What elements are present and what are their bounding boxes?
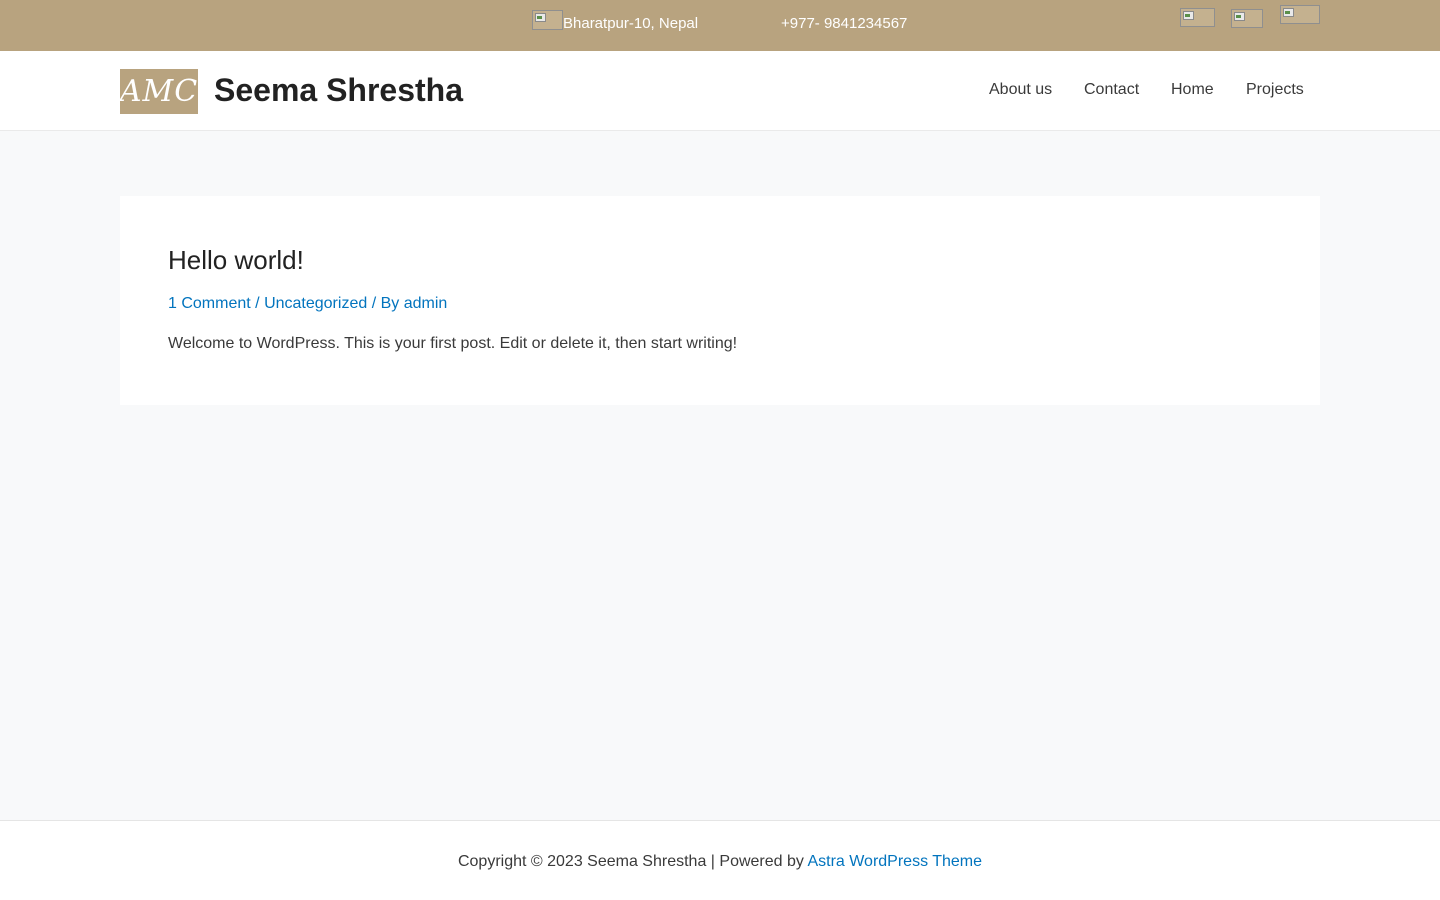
post-excerpt: Welcome to WordPress. This is your first… (168, 335, 738, 352)
footer-copyright: Copyright © 2023 Seema Shrestha | Powere… (0, 853, 1440, 871)
post-title[interactable]: Hello world! (168, 245, 304, 276)
post-card: Hello world! 1 Comment / Uncategorized /… (120, 196, 1320, 405)
author-link[interactable]: admin (404, 295, 448, 312)
theme-link[interactable]: Astra WordPress Theme (807, 853, 982, 870)
post-meta: 1 Comment / Uncategorized / By admin (168, 295, 447, 313)
logo-text: AMC (119, 74, 199, 109)
address-text: Bharatpur-10, Nepal (563, 15, 699, 32)
top-bar: Bharatpur-10, Nepal +977- 9841234567 (0, 0, 1440, 51)
meta-separator: / (371, 295, 377, 312)
comments-link[interactable]: 1 Comment (168, 295, 251, 312)
phone-text[interactable]: +977- 9841234567 (781, 15, 907, 32)
nav-item-home[interactable]: Home (1171, 81, 1214, 99)
site-footer: Copyright © 2023 Seema Shrestha | Powere… (0, 820, 1440, 900)
social-icon-3[interactable] (1280, 5, 1320, 24)
nav-item-about-us[interactable]: About us (989, 81, 1052, 99)
meta-separator: / (255, 295, 260, 312)
site-title[interactable]: Seema Shrestha (214, 72, 463, 109)
nav-item-contact[interactable]: Contact (1084, 81, 1139, 99)
category-link[interactable]: Uncategorized (264, 295, 367, 312)
site-header: AMC Seema Shrestha About us Contact Home… (0, 51, 1440, 131)
by-label: By (380, 295, 400, 312)
copyright-text: Copyright © 2023 Seema Shrestha | Powere… (457, 853, 804, 870)
social-icon-2[interactable] (1231, 9, 1263, 28)
nav-item-projects[interactable]: Projects (1246, 81, 1304, 99)
social-icon-1[interactable] (1180, 8, 1215, 27)
location-icon (532, 10, 563, 30)
site-logo[interactable]: AMC (120, 69, 198, 114)
